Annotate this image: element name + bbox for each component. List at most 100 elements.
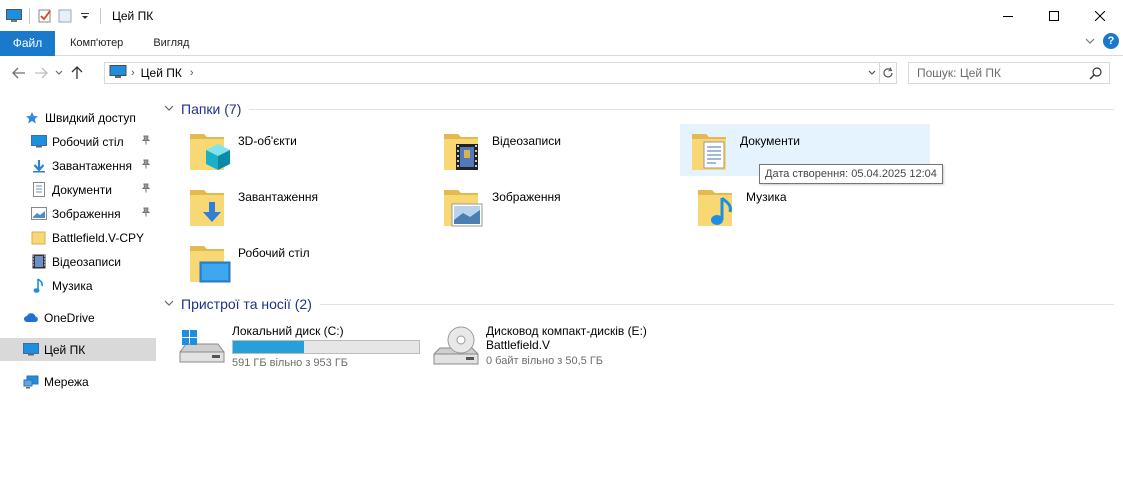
sidebar-item-label: Документи [52,182,112,197]
up-arrow-icon[interactable] [66,62,88,84]
breadcrumb-chevron-icon[interactable]: › [190,67,194,79]
expand-ribbon-icon[interactable] [1085,34,1095,48]
folder-icon [438,126,486,174]
document-icon [31,182,47,198]
sidebar-item-videos[interactable]: Відеозаписи [0,250,156,273]
folder-icon [31,230,47,246]
sidebar-item-documents[interactable]: Документи [0,178,156,201]
drive-info: Дисковод компакт-дисків (E:) Battlefield… [486,322,647,374]
address-bar[interactable]: › Цей ПК › [104,62,880,84]
minimize-button[interactable] [985,0,1031,31]
search-input[interactable] [917,64,1087,82]
breadcrumb-this-pc[interactable]: Цей ПК [141,66,182,80]
this-pc-icon[interactable] [6,8,22,24]
sidebar-item-label: Battlefield.V-CPY [52,230,145,245]
sidebar-item-onedrive[interactable]: OneDrive [0,306,156,329]
title-bar: Цей ПК [0,0,1123,31]
sidebar-item-network[interactable]: Мережа [0,370,156,393]
folder-label: Зображення [492,190,561,204]
navigation-bar: › Цей ПК › [0,56,1123,89]
drive-free-space: 0 байт вільно з 50,5 ГБ [486,355,604,367]
folder-icon [686,126,734,174]
music-icon [31,277,47,294]
drive-free-space: 591 ГБ вільно з 953 ГБ [232,357,349,369]
sidebar-item-label: Мережа [44,374,89,389]
sidebar-item-this-pc[interactable]: Цей ПК [0,338,156,361]
folder-tile-music[interactable]: Музика [686,180,936,232]
folder-label: Відеозаписи [492,134,561,148]
this-pc-icon [23,342,39,358]
folder-label: Робочий стіл [238,246,310,260]
picture-icon [31,206,47,222]
window-controls [985,0,1123,31]
folder-icon [184,126,232,174]
folder-tile-downloads[interactable]: Завантаження [178,180,428,232]
folder-icon [184,238,232,286]
collapse-chevron-icon[interactable] [164,299,174,310]
window-title: Цей ПК [112,8,154,23]
help-icon[interactable]: ? [1103,33,1119,49]
video-icon [31,254,47,270]
sidebar-item-desktop[interactable]: Робочий стіл [0,130,156,153]
customize-toolbar-icon[interactable] [77,8,93,24]
refresh-button[interactable] [879,62,897,84]
toolbar-separator [100,7,101,24]
back-arrow-icon[interactable] [8,62,30,84]
toolbar-separator [29,7,30,24]
tab-file[interactable]: Файл [0,30,55,56]
folder-tile-videos[interactable]: Відеозаписи [432,124,682,176]
sidebar-item-label: Завантаження [52,158,132,173]
tooltip-date-created: Дата створення: 05.04.2025 12:04 [759,164,943,184]
tab-computer[interactable]: Комп'ютер [55,31,138,56]
tab-view[interactable]: Вигляд [138,31,204,56]
sidebar-item-label: Відеозаписи [52,254,121,269]
star-icon [24,110,40,126]
forward-arrow-icon[interactable] [30,62,52,84]
maximize-button[interactable] [1031,0,1077,31]
folder-icon [184,182,232,230]
sidebar-item-label: Швидкий доступ [45,110,136,125]
folder-tile-3d-objects[interactable]: 3D-об'єкти [178,124,428,176]
drive-usage-fill [233,341,304,353]
sidebar-item-battlefield[interactable]: Battlefield.V-CPY [0,226,156,249]
this-pc-icon [109,64,127,82]
drive-tile-e[interactable]: Дисковод компакт-дисків (E:) Battlefield… [432,322,692,374]
folder-label: Завантаження [238,190,318,204]
download-icon [31,158,47,174]
group-header-folders[interactable]: Папки (7) [162,98,1114,120]
network-icon [23,374,39,390]
sidebar-item-music[interactable]: Музика [0,274,156,297]
sidebar-item-label: Робочий стіл [52,134,124,149]
address-dropdown-icon[interactable] [863,63,879,83]
drive-tile-c[interactable]: Локальний диск (C:) 591 ГБ вільно з 953 … [178,322,438,374]
quick-access-toolbar [0,0,104,31]
content-pane: Папки (7) 3D-об'єкти Відеозаписи Докумен… [162,98,1123,479]
ribbon-right: ? [1085,33,1119,49]
sidebar-item-quick-access[interactable]: Швидкий доступ [0,106,156,129]
pin-icon [141,183,151,196]
sidebar-item-pictures[interactable]: Зображення [0,202,156,225]
search-box[interactable] [908,62,1110,84]
folder-tile-desktop[interactable]: Робочий стіл [178,236,428,288]
desktop-icon [31,134,47,150]
new-folder-icon[interactable] [57,8,73,24]
search-icon[interactable] [1089,66,1103,83]
pin-icon [141,207,151,220]
sidebar-item-label: Цей ПК [44,342,86,357]
group-divider [319,303,1114,305]
breadcrumb-chevron-icon[interactable]: › [131,67,135,79]
folder-label: 3D-об'єкти [238,134,297,148]
collapse-chevron-icon[interactable] [164,104,174,115]
group-header-devices[interactable]: Пристрої та носії (2) [162,293,1114,315]
sidebar-item-label: Зображення [52,206,121,221]
properties-icon[interactable] [37,8,53,24]
drive-name: Локальний диск (C:) [232,324,344,338]
sidebar-item-label: Музика [52,278,93,293]
close-button[interactable] [1077,0,1123,31]
recent-locations-icon[interactable] [52,62,66,84]
cd-drive-icon [432,322,480,370]
folder-label: Музика [746,190,787,204]
folder-tile-pictures[interactable]: Зображення [432,180,682,232]
group-title: Пристрої та носії (2) [181,296,312,312]
sidebar-item-downloads[interactable]: Завантаження [0,154,156,177]
